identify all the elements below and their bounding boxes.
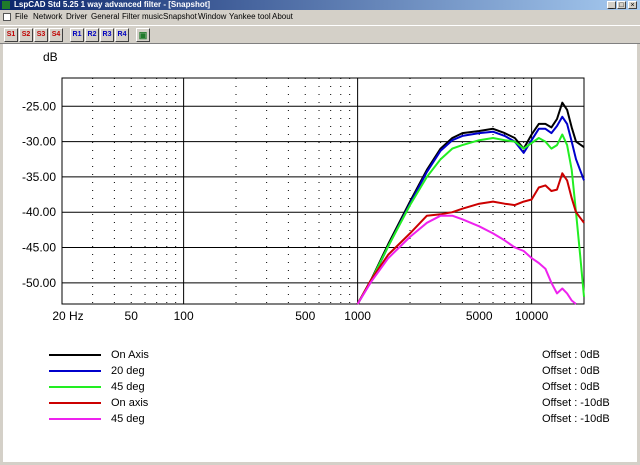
y-axis-label: dB bbox=[43, 50, 58, 64]
maximize-button[interactable]: □ bbox=[617, 1, 626, 9]
y-tick-label: -40.00 bbox=[22, 205, 56, 219]
y-tick-label: -50.00 bbox=[22, 276, 56, 290]
menu-driver[interactable]: Driver bbox=[66, 10, 87, 24]
x-tick-label: 10000 bbox=[515, 309, 549, 323]
close-button[interactable]: × bbox=[628, 1, 637, 9]
recall-r1-button[interactable]: R1 bbox=[70, 28, 84, 42]
camera-icon[interactable]: ▣ bbox=[136, 28, 150, 42]
x-tick-label: 5000 bbox=[466, 309, 493, 323]
y-tick-label: -45.00 bbox=[22, 241, 56, 255]
x-tick-label: 50 bbox=[125, 309, 139, 323]
recall-r3-button[interactable]: R3 bbox=[100, 28, 114, 42]
minimize-button[interactable]: _ bbox=[607, 1, 616, 9]
snapshot-s3-button[interactable]: S3 bbox=[34, 28, 48, 42]
recall-r4-button[interactable]: R4 bbox=[115, 28, 129, 42]
snapshot-s2-button[interactable]: S2 bbox=[19, 28, 33, 42]
plot-frame bbox=[61, 77, 585, 305]
legend-offset-2: Offset : 0dB bbox=[542, 365, 600, 377]
toolbar: S1 S2 S3 S4 R1 R2 R3 R4 ▣ bbox=[0, 25, 640, 44]
document-icon[interactable] bbox=[3, 13, 11, 21]
y-tick-label: -35.00 bbox=[22, 170, 56, 184]
legend-offset-3: Offset : 0dB bbox=[542, 381, 600, 393]
legend-label-4: On axis bbox=[111, 397, 149, 409]
legend-label-2: 20 deg bbox=[111, 365, 145, 377]
x-tick-label: 500 bbox=[295, 309, 315, 323]
x-tick-label: 20 Hz bbox=[52, 309, 83, 323]
legend-swatch-2 bbox=[49, 370, 101, 372]
snapshot-s4-button[interactable]: S4 bbox=[49, 28, 63, 42]
x-tick-label: 100 bbox=[174, 309, 194, 323]
menu-file[interactable]: File bbox=[15, 10, 28, 24]
legend-offset-4: Offset : -10dB bbox=[542, 397, 610, 409]
legend-label-5: 45 deg bbox=[111, 413, 145, 425]
title-bar: LspCAD Std 5.25 1 way advanced filter - … bbox=[0, 0, 640, 10]
legend-swatch-1 bbox=[49, 354, 101, 356]
legend-swatch-5 bbox=[49, 418, 101, 420]
menu-filter-music[interactable]: Filter music bbox=[122, 10, 163, 24]
legend-offset-1: Offset : 0dB bbox=[542, 349, 600, 361]
legend-offset-5: Offset : -10dB bbox=[542, 413, 610, 425]
legend-swatch-3 bbox=[49, 386, 101, 388]
recall-r2-button[interactable]: R2 bbox=[85, 28, 99, 42]
menu-bar: File Network Driver General Filter music… bbox=[0, 10, 640, 24]
legend-label-1: On Axis bbox=[111, 349, 149, 361]
legend-label-3: 45 deg bbox=[111, 381, 145, 393]
y-tick-label: -25.00 bbox=[22, 99, 56, 113]
menu-snapshot[interactable]: Snapshot bbox=[163, 10, 197, 24]
menu-general[interactable]: General bbox=[91, 10, 119, 24]
menu-network[interactable]: Network bbox=[33, 10, 62, 24]
menu-about[interactable]: About bbox=[272, 10, 293, 24]
menu-yankee-tool[interactable]: Yankee tool bbox=[229, 10, 271, 24]
snapshot-s1-button[interactable]: S1 bbox=[4, 28, 18, 42]
menu-window[interactable]: Window bbox=[198, 10, 226, 24]
legend-swatch-4 bbox=[49, 402, 101, 404]
chart-canvas: dB -25.00 -30.00 -35.00 -40.00 -45.00 -50.00 20… bbox=[3, 44, 637, 462]
y-tick-label: -30.00 bbox=[22, 135, 56, 149]
x-tick-label: 1000 bbox=[344, 309, 371, 323]
app-icon bbox=[2, 1, 10, 9]
window-title: LspCAD Std 5.25 1 way advanced filter - … bbox=[14, 0, 211, 9]
